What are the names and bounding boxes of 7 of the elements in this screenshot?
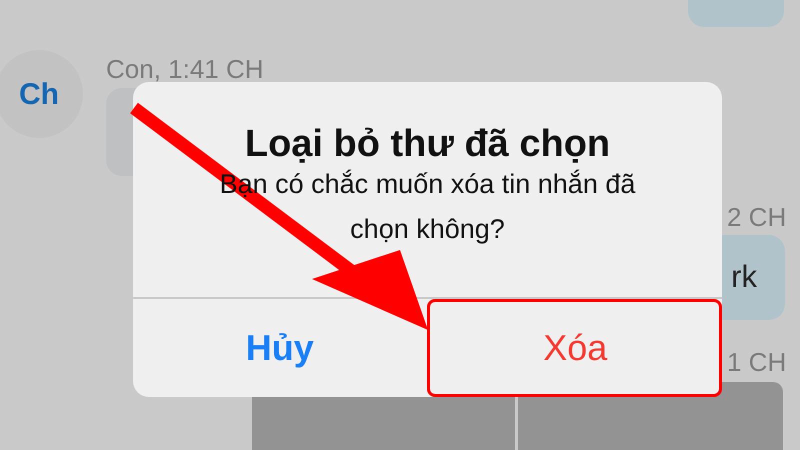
cancel-button[interactable]: Hủy — [133, 299, 426, 397]
message-time: 1 CH — [727, 346, 786, 379]
sender-time: Con, 1:41 CH — [106, 53, 264, 86]
message-time: 2 CH — [727, 201, 786, 234]
delete-button[interactable]: Xóa — [426, 299, 722, 397]
avatar: Ch — [0, 50, 83, 138]
dialog-title: Loại bỏ thư đã chọn — [244, 122, 610, 167]
